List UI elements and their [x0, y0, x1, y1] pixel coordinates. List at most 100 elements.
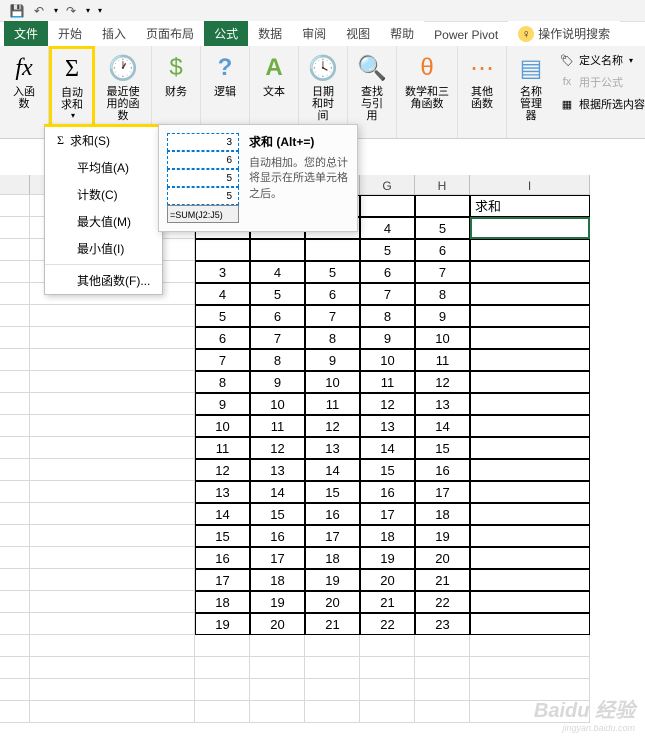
- grid-cell[interactable]: [30, 701, 195, 723]
- autosum-button[interactable]: Σ 自动求和 ▾: [54, 51, 90, 122]
- grid-cell[interactable]: [305, 239, 360, 261]
- grid-cell[interactable]: 13: [360, 415, 415, 437]
- grid-cell[interactable]: [470, 503, 590, 525]
- grid-cell[interactable]: [360, 701, 415, 723]
- tab-home[interactable]: 开始: [48, 21, 92, 46]
- grid-cell[interactable]: [0, 613, 30, 635]
- menu-item-min[interactable]: 最小值(I): [45, 235, 162, 262]
- grid-cell[interactable]: 22: [360, 613, 415, 635]
- grid-cell[interactable]: 16: [250, 525, 305, 547]
- grid-cell[interactable]: 22: [415, 591, 470, 613]
- grid-cell[interactable]: 15: [195, 525, 250, 547]
- grid-cell[interactable]: 13: [305, 437, 360, 459]
- grid-cell[interactable]: 5: [415, 217, 470, 239]
- grid-cell[interactable]: [250, 635, 305, 657]
- grid-cell[interactable]: [195, 239, 250, 261]
- tab-file[interactable]: 文件: [4, 21, 48, 46]
- grid-cell[interactable]: 11: [195, 437, 250, 459]
- grid-cell[interactable]: [470, 459, 590, 481]
- grid-cell[interactable]: [30, 635, 195, 657]
- grid-cell[interactable]: 19: [415, 525, 470, 547]
- tab-tell-me[interactable]: ♀ 操作说明搜索: [508, 21, 620, 46]
- grid-cell[interactable]: [30, 657, 195, 679]
- grid-cell[interactable]: 13: [250, 459, 305, 481]
- grid-cell[interactable]: 8: [360, 305, 415, 327]
- tab-data[interactable]: 数据: [248, 21, 292, 46]
- grid-cell[interactable]: [195, 679, 250, 701]
- grid-cell[interactable]: [30, 525, 195, 547]
- grid-cell[interactable]: 15: [305, 481, 360, 503]
- grid-cell[interactable]: [0, 701, 30, 723]
- grid-cell[interactable]: [30, 415, 195, 437]
- grid-cell[interactable]: 14: [360, 437, 415, 459]
- grid-cell[interactable]: [470, 239, 590, 261]
- lookup-button[interactable]: 🔍 查找与引用: [354, 50, 390, 124]
- tab-review[interactable]: 审阅: [292, 21, 336, 46]
- math-button[interactable]: θ 数学和三角函数: [403, 50, 451, 112]
- grid-cell[interactable]: 10: [195, 415, 250, 437]
- grid-cell[interactable]: [30, 349, 195, 371]
- grid-cell[interactable]: 12: [305, 415, 360, 437]
- grid-cell[interactable]: 4: [360, 217, 415, 239]
- grid-cell[interactable]: 19: [305, 569, 360, 591]
- redo-dropdown-icon[interactable]: ▾: [86, 6, 90, 15]
- grid-cell[interactable]: 5: [305, 261, 360, 283]
- grid-cell[interactable]: [0, 679, 30, 701]
- grid-cell[interactable]: [250, 657, 305, 679]
- save-icon[interactable]: 💾: [8, 2, 26, 20]
- grid-cell[interactable]: 10: [360, 349, 415, 371]
- menu-item-avg[interactable]: 平均值(A): [45, 154, 162, 181]
- grid-cell[interactable]: [0, 635, 30, 657]
- grid-cell[interactable]: 求和: [470, 195, 590, 217]
- grid-cell[interactable]: [415, 679, 470, 701]
- grid-cell[interactable]: 20: [305, 591, 360, 613]
- grid-cell[interactable]: [470, 261, 590, 283]
- redo-icon[interactable]: ↷: [62, 2, 80, 20]
- grid-cell[interactable]: 8: [195, 371, 250, 393]
- define-name-button[interactable]: 🏷 定义名称 ▾: [555, 50, 645, 70]
- grid-cell[interactable]: [470, 525, 590, 547]
- grid-cell[interactable]: 20: [415, 547, 470, 569]
- grid-cell[interactable]: 16: [195, 547, 250, 569]
- other-fn-button[interactable]: ⋯ 其他函数: [464, 50, 500, 112]
- grid-cell[interactable]: [0, 349, 30, 371]
- grid-cell[interactable]: 10: [250, 393, 305, 415]
- grid-cell[interactable]: [0, 239, 30, 261]
- grid-cell[interactable]: 12: [195, 459, 250, 481]
- grid-cell[interactable]: 12: [360, 393, 415, 415]
- grid-cell[interactable]: 6: [250, 305, 305, 327]
- grid-cell[interactable]: 9: [195, 393, 250, 415]
- grid-cell[interactable]: 15: [360, 459, 415, 481]
- undo-icon[interactable]: ↶: [30, 2, 48, 20]
- grid-cell[interactable]: 19: [195, 613, 250, 635]
- grid-cell[interactable]: [360, 657, 415, 679]
- menu-item-max[interactable]: 最大值(M): [45, 208, 162, 235]
- tab-view[interactable]: 视图: [336, 21, 380, 46]
- grid-cell[interactable]: [305, 701, 360, 723]
- grid-cell[interactable]: 11: [415, 349, 470, 371]
- grid-cell[interactable]: [0, 327, 30, 349]
- grid-cell[interactable]: 5: [360, 239, 415, 261]
- grid-cell[interactable]: 8: [305, 327, 360, 349]
- grid-cell[interactable]: 14: [250, 481, 305, 503]
- grid-cell[interactable]: 20: [360, 569, 415, 591]
- grid-cell[interactable]: 6: [305, 283, 360, 305]
- grid-cell[interactable]: [0, 261, 30, 283]
- grid-cell[interactable]: 12: [415, 371, 470, 393]
- grid-cell[interactable]: [470, 415, 590, 437]
- grid-cell[interactable]: [250, 701, 305, 723]
- grid-cell[interactable]: [30, 327, 195, 349]
- grid-cell[interactable]: [470, 393, 590, 415]
- grid-cell[interactable]: 13: [195, 481, 250, 503]
- grid-cell[interactable]: [0, 283, 30, 305]
- grid-cell[interactable]: [30, 547, 195, 569]
- grid-cell[interactable]: [30, 481, 195, 503]
- grid-cell[interactable]: [30, 371, 195, 393]
- grid-cell[interactable]: 21: [305, 613, 360, 635]
- use-in-formula-button[interactable]: fx 用于公式: [555, 72, 645, 92]
- grid-cell[interactable]: 17: [195, 569, 250, 591]
- grid-cell[interactable]: 14: [415, 415, 470, 437]
- text-button[interactable]: A 文本: [256, 50, 292, 100]
- grid-cell[interactable]: 7: [360, 283, 415, 305]
- grid-cell[interactable]: [30, 569, 195, 591]
